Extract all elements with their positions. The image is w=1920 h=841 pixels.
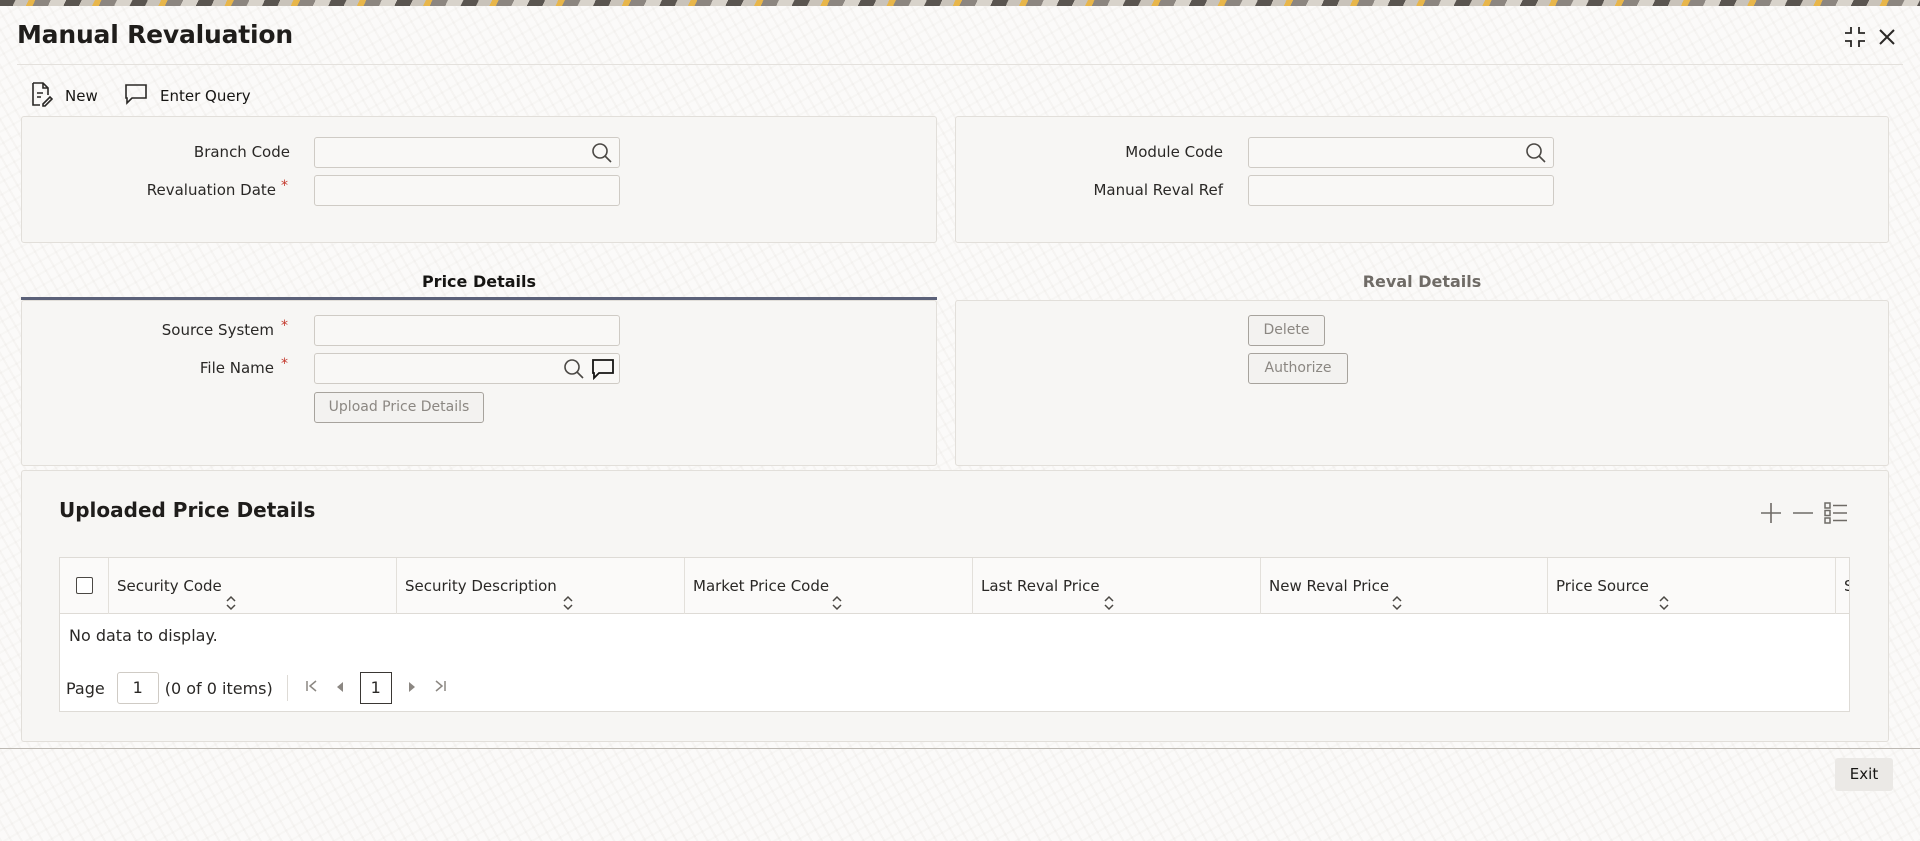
sort-icon[interactable] bbox=[225, 578, 237, 634]
page-title: Manual Revaluation bbox=[17, 20, 293, 49]
remove-row-icon[interactable] bbox=[1792, 502, 1814, 528]
enter-query-button[interactable]: Enter Query bbox=[124, 79, 251, 113]
sort-icon[interactable] bbox=[1391, 578, 1403, 634]
pagination: Page 1 (0 of 0 items) 1 bbox=[66, 671, 454, 705]
sort-icon[interactable] bbox=[831, 578, 843, 634]
items-count: (0 of 0 items) bbox=[164, 678, 273, 698]
file-name-field[interactable] bbox=[314, 353, 620, 384]
speech-bubble-icon bbox=[124, 83, 148, 109]
module-code-input[interactable] bbox=[1249, 138, 1553, 167]
revaluation-date-input[interactable] bbox=[315, 176, 619, 205]
column-header-market-price-code[interactable]: Market Price Code bbox=[684, 558, 972, 614]
add-row-icon[interactable] bbox=[1760, 502, 1782, 528]
delete-button[interactable]: Delete bbox=[1248, 315, 1325, 346]
sort-icon[interactable] bbox=[1658, 578, 1670, 634]
manual-reval-ref-field[interactable] bbox=[1248, 175, 1554, 206]
branch-code-label: Branch Code bbox=[193, 143, 290, 161]
tab-reval-details[interactable]: Reval Details bbox=[955, 264, 1889, 300]
new-document-icon bbox=[29, 81, 54, 111]
upload-price-details-button[interactable]: Upload Price Details bbox=[314, 392, 484, 423]
column-header-truncated[interactable]: St bbox=[1835, 558, 1849, 614]
column-label: New Reval Price bbox=[1269, 577, 1390, 595]
module-code-label: Module Code bbox=[1125, 143, 1223, 161]
exit-button[interactable]: Exit bbox=[1835, 758, 1893, 791]
column-label: St bbox=[1844, 577, 1849, 595]
section-title: Uploaded Price Details bbox=[59, 498, 316, 522]
column-label: Security Description bbox=[405, 577, 557, 595]
module-code-field[interactable] bbox=[1248, 137, 1554, 168]
column-label: Price Source bbox=[1556, 577, 1649, 595]
grid-header: Security Code Security Description Marke… bbox=[60, 558, 1849, 614]
uploaded-price-grid: Security Code Security Description Marke… bbox=[59, 557, 1850, 712]
column-label: Security Code bbox=[117, 577, 222, 595]
column-header-price-source[interactable]: Price Source bbox=[1547, 558, 1835, 614]
manual-reval-ref-input[interactable] bbox=[1249, 176, 1553, 205]
source-system-label: Source System bbox=[161, 321, 274, 339]
column-header-last-reval-price[interactable]: Last Reval Price bbox=[972, 558, 1260, 614]
search-icon[interactable] bbox=[1525, 142, 1547, 168]
select-all-checkbox[interactable] bbox=[76, 577, 93, 594]
column-header-new-reval-price[interactable]: New Reval Price bbox=[1260, 558, 1548, 614]
required-marker: * bbox=[281, 178, 288, 194]
tab-price-details[interactable]: Price Details bbox=[21, 264, 937, 300]
column-label: Last Reval Price bbox=[981, 577, 1100, 595]
last-page-icon[interactable] bbox=[426, 679, 454, 697]
maximize-icon[interactable] bbox=[1842, 24, 1868, 50]
branch-code-field[interactable] bbox=[314, 137, 620, 168]
required-marker: * bbox=[281, 356, 288, 372]
reval-details-panel bbox=[955, 300, 1889, 466]
revaluation-date-field[interactable] bbox=[314, 175, 620, 206]
page-label: Page bbox=[66, 678, 105, 698]
new-button[interactable]: New bbox=[29, 79, 98, 113]
authorize-button[interactable]: Authorize bbox=[1248, 353, 1348, 384]
branch-code-input[interactable] bbox=[315, 138, 619, 167]
sort-icon[interactable] bbox=[562, 578, 574, 634]
current-page-button[interactable]: 1 bbox=[359, 672, 392, 704]
next-page-icon[interactable] bbox=[398, 679, 426, 697]
revaluation-date-label: Revaluation Date bbox=[146, 181, 276, 199]
column-header-security-code[interactable]: Security Code bbox=[108, 558, 396, 614]
search-icon[interactable] bbox=[591, 142, 613, 168]
source-system-field[interactable] bbox=[314, 315, 620, 346]
close-icon[interactable] bbox=[1874, 24, 1900, 50]
first-page-icon[interactable] bbox=[298, 679, 326, 697]
source-system-input[interactable] bbox=[315, 316, 619, 345]
manual-reval-ref-label: Manual Reval Ref bbox=[1093, 181, 1223, 199]
manual-revaluation-window: Manual Revaluation New Enter Query Branc… bbox=[0, 6, 1920, 841]
list-view-icon[interactable] bbox=[1824, 502, 1848, 528]
previous-page-icon[interactable] bbox=[326, 679, 354, 697]
speech-bubble-icon[interactable] bbox=[591, 358, 615, 384]
title-divider bbox=[17, 64, 1903, 65]
footer-divider bbox=[0, 748, 1920, 749]
page-number-input[interactable]: 1 bbox=[116, 672, 159, 704]
pager-divider bbox=[286, 675, 288, 701]
sort-icon[interactable] bbox=[1103, 578, 1115, 634]
required-marker: * bbox=[281, 318, 288, 334]
search-icon[interactable] bbox=[563, 358, 585, 384]
column-label: Market Price Code bbox=[693, 577, 830, 595]
column-header-security-description[interactable]: Security Description bbox=[396, 558, 684, 614]
new-label: New bbox=[65, 87, 98, 105]
empty-message: No data to display. bbox=[69, 626, 218, 645]
enter-query-label: Enter Query bbox=[160, 87, 251, 105]
file-name-label: File Name bbox=[199, 359, 274, 377]
